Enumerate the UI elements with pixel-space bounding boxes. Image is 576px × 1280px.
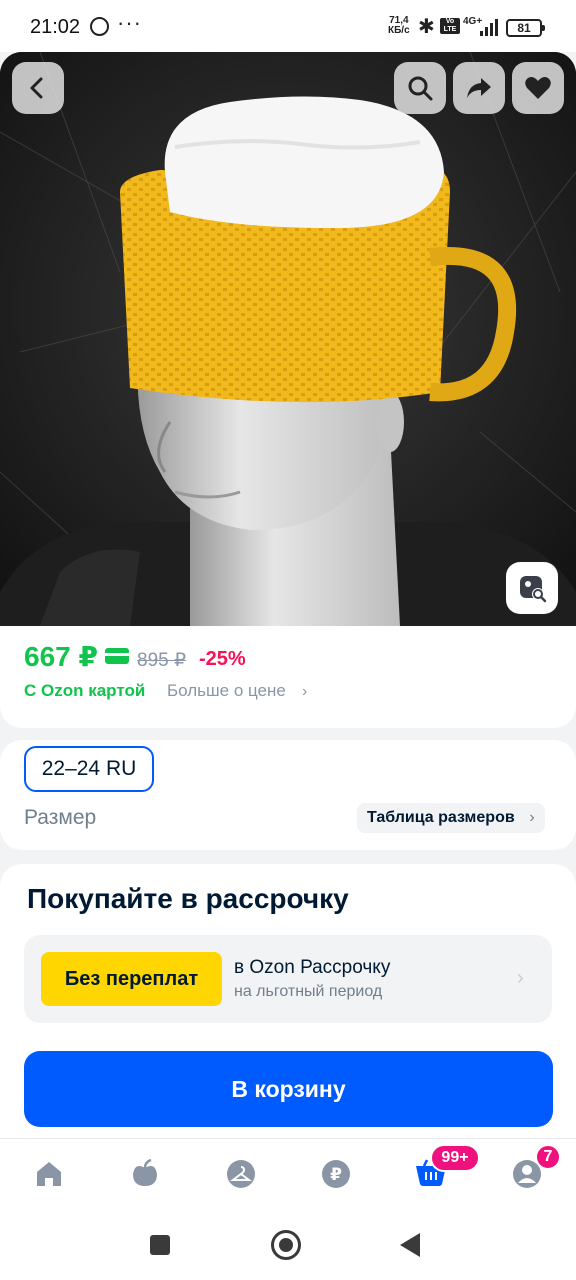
nav-fresh[interactable] [128, 1157, 162, 1191]
net-speed: 71,4 КБ/с [388, 16, 410, 36]
chevron-right-icon: › [529, 809, 535, 826]
price-card: 667 ₽ 895 ₽ -25% С Ozon картой Больше о … [0, 626, 576, 728]
net-speed-unit: КБ/с [388, 25, 410, 36]
search-icon [408, 76, 433, 101]
size-label: Размер [24, 806, 97, 829]
ozon-card-label: С Ozon картой [24, 681, 146, 700]
volte-icon: Vo LTE [440, 18, 460, 34]
whatsapp-icon [90, 17, 109, 36]
recent-apps-button[interactable] [150, 1235, 170, 1255]
share-icon [467, 78, 491, 98]
back-nav-button[interactable] [400, 1233, 420, 1257]
add-to-cart-button[interactable]: В корзину [24, 1051, 553, 1127]
bottom-nav [0, 1138, 576, 1210]
apple-icon [133, 1158, 157, 1186]
hanger-icon [227, 1160, 255, 1188]
home-button[interactable] [271, 1230, 301, 1260]
size-option-selected[interactable]: 22–24 RU [24, 746, 154, 792]
installment-line1: в Ozon Рассрочку [234, 957, 391, 978]
product-photo [0, 52, 576, 626]
more-notifications-icon: ··· [117, 10, 142, 35]
nav-finance[interactable]: ₽ [319, 1157, 353, 1191]
installment-line2: на льготный период [234, 983, 383, 1000]
size-table-label: Таблица размеров [367, 809, 515, 826]
status-time: 21:02 [30, 16, 81, 38]
cart-count-badge: 99+ [430, 1144, 480, 1172]
discount-badge: -25% [199, 648, 246, 670]
image-search-icon [520, 576, 547, 603]
size-card: 22–24 RU Размер Таблица размеров › [0, 740, 576, 850]
more-about-price-link[interactable]: Больше о цене [167, 681, 286, 701]
product-image[interactable] [0, 52, 576, 626]
no-overpay-badge: Без переплат [41, 952, 222, 1006]
image-search-button[interactable] [506, 562, 558, 614]
installment-offer[interactable]: Без переплат в Ozon Рассрочку на льготны… [24, 935, 552, 1023]
nav-home[interactable] [32, 1157, 66, 1191]
svg-text:₽: ₽ [330, 1165, 342, 1185]
chevron-right-icon: › [517, 967, 524, 989]
nav-catalog[interactable] [224, 1157, 258, 1191]
bluetooth-icon: ✱ [418, 16, 435, 38]
status-bar: 21:02 ··· 71,4 КБ/с ✱ Vo LTE 4G+ 81 [0, 0, 576, 52]
profile-notification-badge: 7 [535, 1144, 561, 1170]
old-price: 895 ₽ [137, 650, 187, 671]
installment-card: Покупайте в рассрочку Без переплат в Ozo… [0, 864, 576, 1064]
home-icon [37, 1162, 61, 1186]
battery-indicator: 81 [506, 19, 545, 37]
ozon-card-icon [105, 648, 129, 664]
signal-icon [478, 18, 498, 36]
price-with-card: 667 ₽ [24, 641, 98, 672]
back-button[interactable] [12, 62, 64, 114]
favorite-button[interactable] [512, 62, 564, 114]
ruble-icon: ₽ [322, 1160, 350, 1188]
chevron-right-icon: › [302, 683, 308, 700]
installment-title: Покупайте в рассрочку [27, 883, 349, 914]
heart-icon [525, 77, 551, 99]
size-table-button[interactable]: Таблица размеров › [357, 803, 545, 833]
share-button[interactable] [453, 62, 505, 114]
search-button[interactable] [394, 62, 446, 114]
back-icon [30, 77, 43, 99]
